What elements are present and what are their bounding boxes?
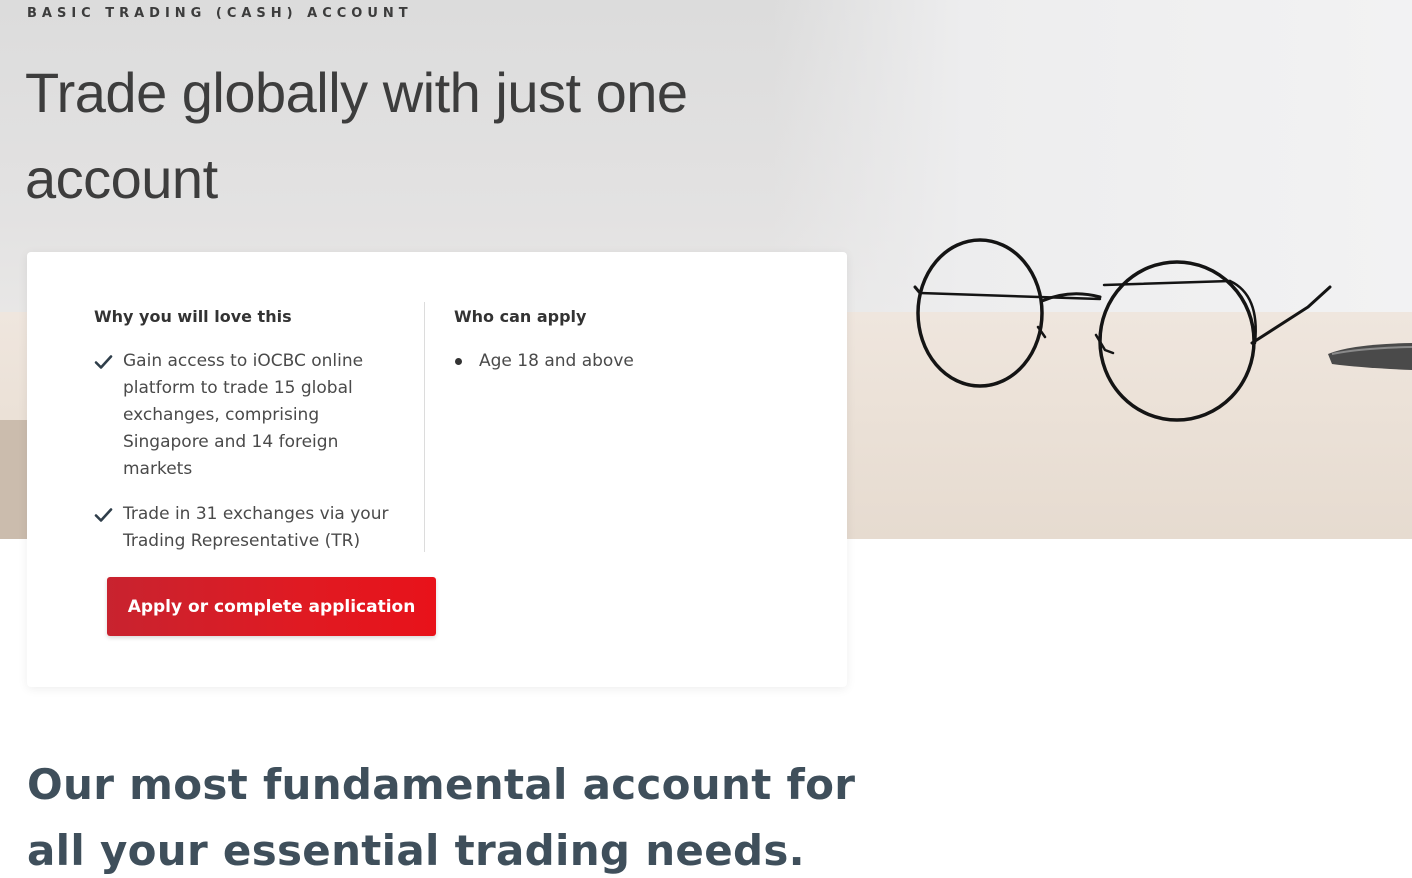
column-divider — [424, 302, 425, 552]
apply-button[interactable]: Apply or complete application — [107, 577, 436, 636]
bullet-dot — [455, 358, 462, 365]
pen-image — [1328, 343, 1412, 370]
check-icon — [94, 355, 113, 369]
benefits-list: Gain access to iOCBC online platform to … — [94, 348, 394, 555]
eligibility-text: Age 18 and above — [479, 351, 634, 371]
eyeglasses-image — [913, 238, 1332, 422]
check-icon — [94, 508, 113, 522]
who-can-apply-heading: Who can apply — [454, 307, 587, 326]
section-title: Our most fundamental account for all you… — [27, 760, 856, 875]
eligibility-list: Age 18 and above — [454, 348, 784, 375]
why-love-heading: Why you will love this — [94, 307, 292, 326]
hero-title: Trade globally with just one account — [25, 61, 688, 210]
who-can-apply-column: Who can apply Age 18 and above — [454, 306, 784, 375]
benefit-item: Gain access to iOCBC online platform to … — [94, 348, 394, 483]
eligibility-item: Age 18 and above — [454, 348, 784, 375]
hero-eyebrow: BASIC TRADING (CASH) ACCOUNT — [27, 6, 413, 21]
hero-table-edge — [0, 420, 30, 539]
benefit-item: Trade in 31 exchanges via your Trading R… — [94, 501, 394, 555]
benefit-text: Gain access to iOCBC online platform to … — [123, 351, 364, 479]
why-love-column: Why you will love this Gain access to iO… — [94, 306, 394, 573]
benefit-text: Trade in 31 exchanges via your Trading R… — [123, 504, 389, 551]
account-info-card: Why you will love this Gain access to iO… — [27, 252, 847, 687]
